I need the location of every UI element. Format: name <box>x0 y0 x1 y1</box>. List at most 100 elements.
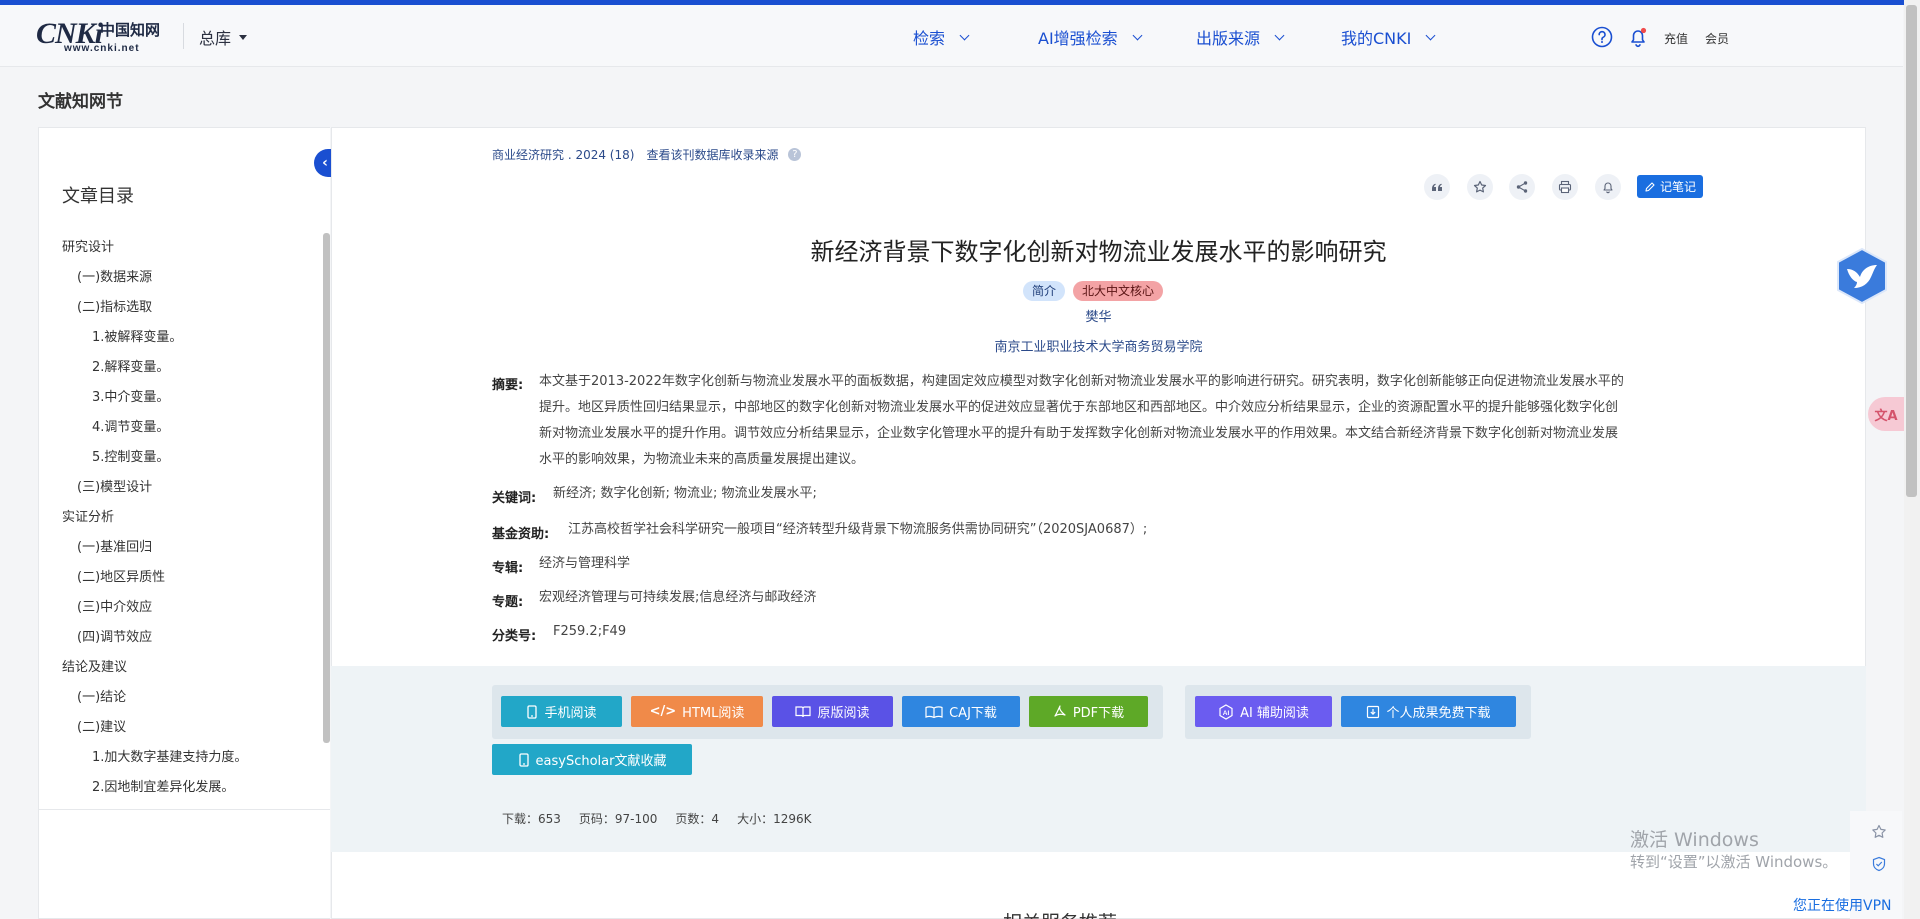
classification-text: F259.2;F49 <box>553 624 627 639</box>
chevron-down-icon <box>1425 30 1436 40</box>
page-scrollbar-thumb[interactable] <box>1906 5 1917 497</box>
classification-label: 分类号: <box>492 629 537 644</box>
vpn-notice[interactable]: 您正在使用VPN <box>1793 895 1892 915</box>
toc-item[interactable]: 2.因地制宜差异化发展。 <box>92 776 234 795</box>
caret-down-icon <box>239 34 248 40</box>
nav-my-cnki-label: 我的CNKI <box>1341 29 1412 48</box>
article-title: 新经济背景下数字化创新对物流业发展水平的影响研究 <box>810 238 1387 266</box>
share-icon <box>1516 181 1528 193</box>
toc-item[interactable]: 研究设计 <box>62 236 114 255</box>
nav-ai-search[interactable]: AI增强检索 <box>1038 25 1143 49</box>
pdf-download-label: PDF下载 <box>1072 706 1125 721</box>
mobile-read-label: 手机阅读 <box>544 706 597 721</box>
pdf-download-button[interactable]: PDF下载 <box>1029 696 1148 727</box>
nav-publication-source[interactable]: 出版来源 <box>1196 25 1285 49</box>
cnki-logo[interactable]: CNKi 中国知网 www.cnki.net <box>36 15 166 55</box>
toc-panel: 文章目录 研究设计 (一)数据来源 (二)指标选取 1.被解释变量。 2.解释变量。 3.… <box>38 127 330 919</box>
bell-icon[interactable] <box>1627 26 1649 48</box>
nav-publication-label: 出版来源 <box>1196 29 1261 48</box>
article-author: 樊华 <box>331 306 1866 325</box>
toc-item[interactable]: 5.控制变量。 <box>92 446 169 465</box>
author-link[interactable]: 樊华 <box>1085 310 1111 325</box>
info-icon[interactable]: ? <box>788 148 802 161</box>
toc-item[interactable]: 实证分析 <box>62 506 114 525</box>
original-read-button[interactable]: 原版阅读 <box>772 696 893 727</box>
share-button[interactable] <box>1509 174 1535 200</box>
toc-item[interactable]: (一)基准回归 <box>77 536 152 555</box>
svg-text:AI: AI <box>1223 710 1230 717</box>
database-selector[interactable]: 总库 <box>199 25 248 49</box>
toc-item[interactable]: 结论及建议 <box>62 656 127 675</box>
member-link[interactable]: 会员 <box>1705 30 1729 47</box>
article-badges: 简介 北大中文核心 <box>1023 281 1164 301</box>
star-icon[interactable] <box>1871 824 1887 840</box>
abstract-line: 本文基于2013-2022年数字化创新与物流业发展水平的面板数据，构建固定效应模… <box>539 374 1624 389</box>
alert-button[interactable] <box>1595 174 1621 200</box>
toc-item[interactable]: (一)结论 <box>77 686 126 705</box>
easyscholar-button[interactable]: easyScholar文献收藏 <box>492 744 692 775</box>
abstract-line: 水平的影响效果，为物流业未来的高质量发展提出建议。 <box>539 452 865 467</box>
recharge-link[interactable]: 充值 <box>1664 30 1688 47</box>
toc-item[interactable]: (二)地区异质性 <box>77 566 165 585</box>
star-icon <box>1473 180 1487 193</box>
pencil-icon <box>1645 181 1655 192</box>
help-icon[interactable] <box>1591 26 1613 48</box>
take-notes-button[interactable]: 记笔记 <box>1637 175 1703 198</box>
album-label: 专辑: <box>492 561 524 576</box>
toc-item[interactable]: (二)建议 <box>77 716 126 735</box>
institution-link[interactable]: 南京工业职业技术大学商务贸易学院 <box>994 340 1202 355</box>
phone-icon <box>518 752 529 767</box>
fund-label: 基金资助: <box>492 527 550 542</box>
toc-scrollbar[interactable] <box>323 233 330 743</box>
fund-text[interactable]: 江苏高校哲学社会科学研究一般项目“经济转型升级背景下物流服务供需协同研究”（20… <box>568 517 1147 543</box>
nav-search[interactable]: 检索 <box>913 25 970 49</box>
mobile-read-button[interactable]: 手机阅读 <box>501 696 622 727</box>
favorite-button[interactable] <box>1467 174 1493 200</box>
source-journal[interactable]: 商业经济研究 . 2024 (18) <box>492 146 634 163</box>
abstract-label: 摘要: <box>492 378 524 393</box>
badge-core-journal: 北大中文核心 <box>1073 281 1164 301</box>
cite-button[interactable] <box>1424 174 1450 200</box>
original-read-label: 原版阅读 <box>817 706 870 721</box>
quote-icon <box>1432 183 1442 191</box>
toc-item[interactable]: 4.调节变量。 <box>92 416 169 435</box>
logo-chinese: 中国知网 <box>100 21 161 39</box>
html-read-button[interactable]: </> HTML阅读 <box>631 696 763 727</box>
article-stats: 下载：653 页码：97-100 页数：4 大小：1296K <box>502 810 811 827</box>
abstract-line: 新对物流业发展水平的提升作用。调节效应分析结果显示，企业数字化管理水平的提升有助… <box>539 426 1619 441</box>
shield-check-icon[interactable] <box>1871 856 1887 872</box>
chevron-down-icon <box>1274 30 1285 40</box>
article-institution: 南京工业职业技术大学商务贸易学院 <box>331 336 1866 355</box>
toc-item[interactable]: (一)数据来源 <box>77 266 152 285</box>
toc-item[interactable]: 1.加大数字基建支持力度。 <box>92 746 247 765</box>
caj-download-button[interactable]: CAJ下载 <box>902 696 1020 727</box>
toc-item[interactable]: (二)指标选取 <box>77 296 152 315</box>
translate-icon[interactable]: 文A <box>1868 397 1904 431</box>
toc-item[interactable]: 1.被解释变量。 <box>92 326 182 345</box>
print-button[interactable] <box>1552 174 1578 200</box>
assistant-bird-icon[interactable] <box>1835 247 1889 305</box>
nav-ai-search-label: AI增强检索 <box>1038 29 1118 48</box>
windows-activation-subtitle: 转到“设置”以激活 Windows。 <box>1630 853 1838 871</box>
nav-my-cnki[interactable]: 我的CNKI <box>1341 25 1436 49</box>
logo-url: www.cnki.net <box>64 43 140 54</box>
ai-read-button[interactable]: AI AI 辅助阅读 <box>1195 696 1332 727</box>
toc-item[interactable]: (三)中介效应 <box>77 596 152 615</box>
ai-icon: AI <box>1219 703 1233 720</box>
stat-pages: 页码：97-100 <box>578 812 658 826</box>
nav-search-label: 检索 <box>913 29 946 48</box>
abstract-text: 本文基于2013-2022年数字化创新与物流业发展水平的面板数据，构建固定效应模… <box>539 369 1704 473</box>
personal-download-button[interactable]: 个人成果免费下载 <box>1341 696 1516 727</box>
source-db-link[interactable]: 查看该刊数据库收录来源 <box>646 146 778 163</box>
toc-item[interactable]: (三)模型设计 <box>77 476 152 495</box>
keywords-text[interactable]: 新经济; 数字化创新; 物流业; 物流业发展水平; <box>553 481 817 507</box>
caj-download-label: CAJ下载 <box>949 706 997 721</box>
easyscholar-label: easyScholar文献收藏 <box>535 754 667 769</box>
personal-download-label: 个人成果免费下载 <box>1386 706 1491 721</box>
html-read-label: HTML阅读 <box>682 706 745 721</box>
toc-item[interactable]: 3.中介变量。 <box>92 386 169 405</box>
toc-item[interactable]: (四)调节效应 <box>77 626 152 645</box>
badge-summary[interactable]: 简介 <box>1023 281 1066 301</box>
toc-item[interactable]: 2.解释变量。 <box>92 356 169 375</box>
printer-icon <box>1558 180 1572 194</box>
